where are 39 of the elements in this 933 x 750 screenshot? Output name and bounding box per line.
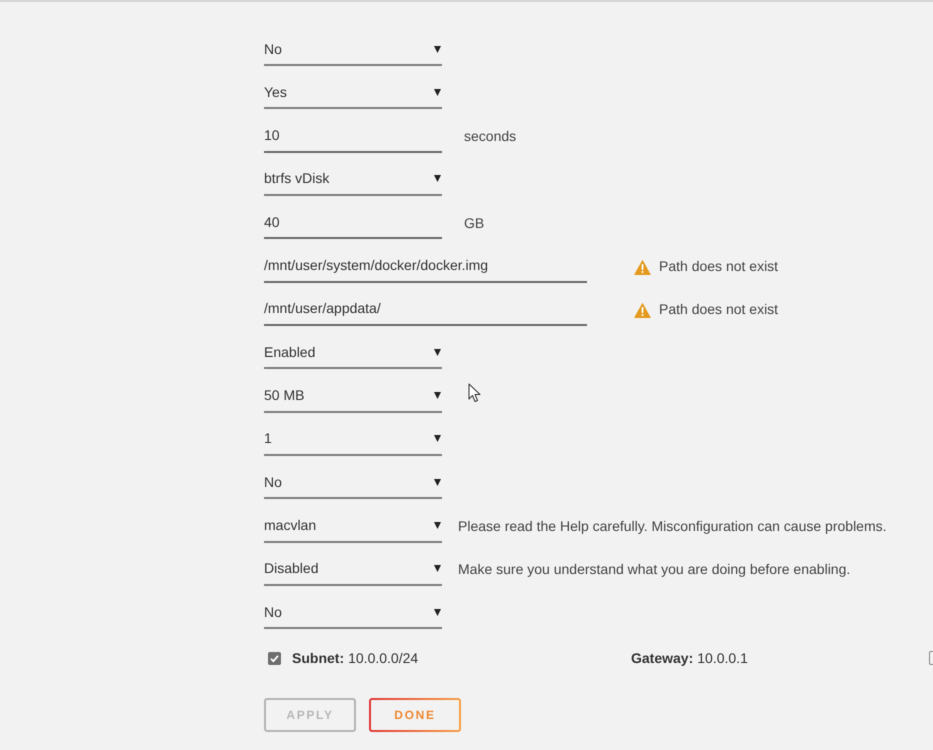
dropdown-field[interactable]: Enabled — [264, 337, 442, 370]
dropdown-field[interactable]: Disabled — [264, 554, 442, 586]
subnet-value: 10.0.0.0/24 — [348, 648, 418, 668]
unit-label: seconds — [464, 127, 516, 146]
input-field[interactable]: /mnt/user/appdata/ — [264, 294, 587, 326]
note-text: Please read the Help carefully. Misconfiguration can cause problems. — [458, 517, 887, 536]
caret-icon — [434, 175, 441, 182]
dropdown-field[interactable]: btrfs vDisk — [264, 164, 442, 196]
unit-label: GB — [464, 214, 484, 233]
dropdown-field[interactable]: No — [264, 467, 442, 500]
warning-icon — [634, 302, 651, 318]
warning-text: Path does not exist — [659, 300, 778, 320]
gateway-value: 10.0.0.1 — [697, 648, 748, 668]
input-field[interactable]: 40 — [264, 207, 442, 240]
mouse-pointer-icon — [468, 383, 481, 403]
caret-icon — [434, 88, 441, 96]
warning-icon — [634, 258, 651, 275]
gateway-label: Gateway: — [631, 648, 694, 668]
input-field[interactable]: /mnt/user/system/docker/docker.img — [264, 250, 587, 283]
caret-icon — [434, 565, 441, 572]
caret-icon — [434, 522, 441, 530]
dropdown-field[interactable]: macvlan — [264, 510, 442, 543]
caret-icon — [434, 348, 441, 356]
subnet-label: Subnet: — [292, 648, 344, 668]
dropdown-field[interactable]: No — [264, 34, 442, 66]
caret-icon — [434, 46, 441, 52]
dropdown-field[interactable]: No — [264, 597, 442, 630]
dropdown-field[interactable]: 50 MB — [264, 380, 442, 413]
input-field[interactable]: 10 — [264, 120, 442, 153]
warning-text: Path does not exist — [659, 257, 778, 276]
dropdown-field[interactable]: Yes — [264, 77, 442, 110]
note-text: Make sure you understand what you are doing before enabling. — [458, 560, 850, 580]
checkbox[interactable] — [929, 651, 933, 666]
caret-icon — [434, 392, 441, 400]
caret-icon — [434, 435, 441, 442]
caret-icon — [434, 608, 441, 616]
caret-icon — [434, 478, 441, 486]
checkbox[interactable] — [268, 652, 281, 665]
dropdown-field[interactable]: 1 — [264, 424, 442, 456]
